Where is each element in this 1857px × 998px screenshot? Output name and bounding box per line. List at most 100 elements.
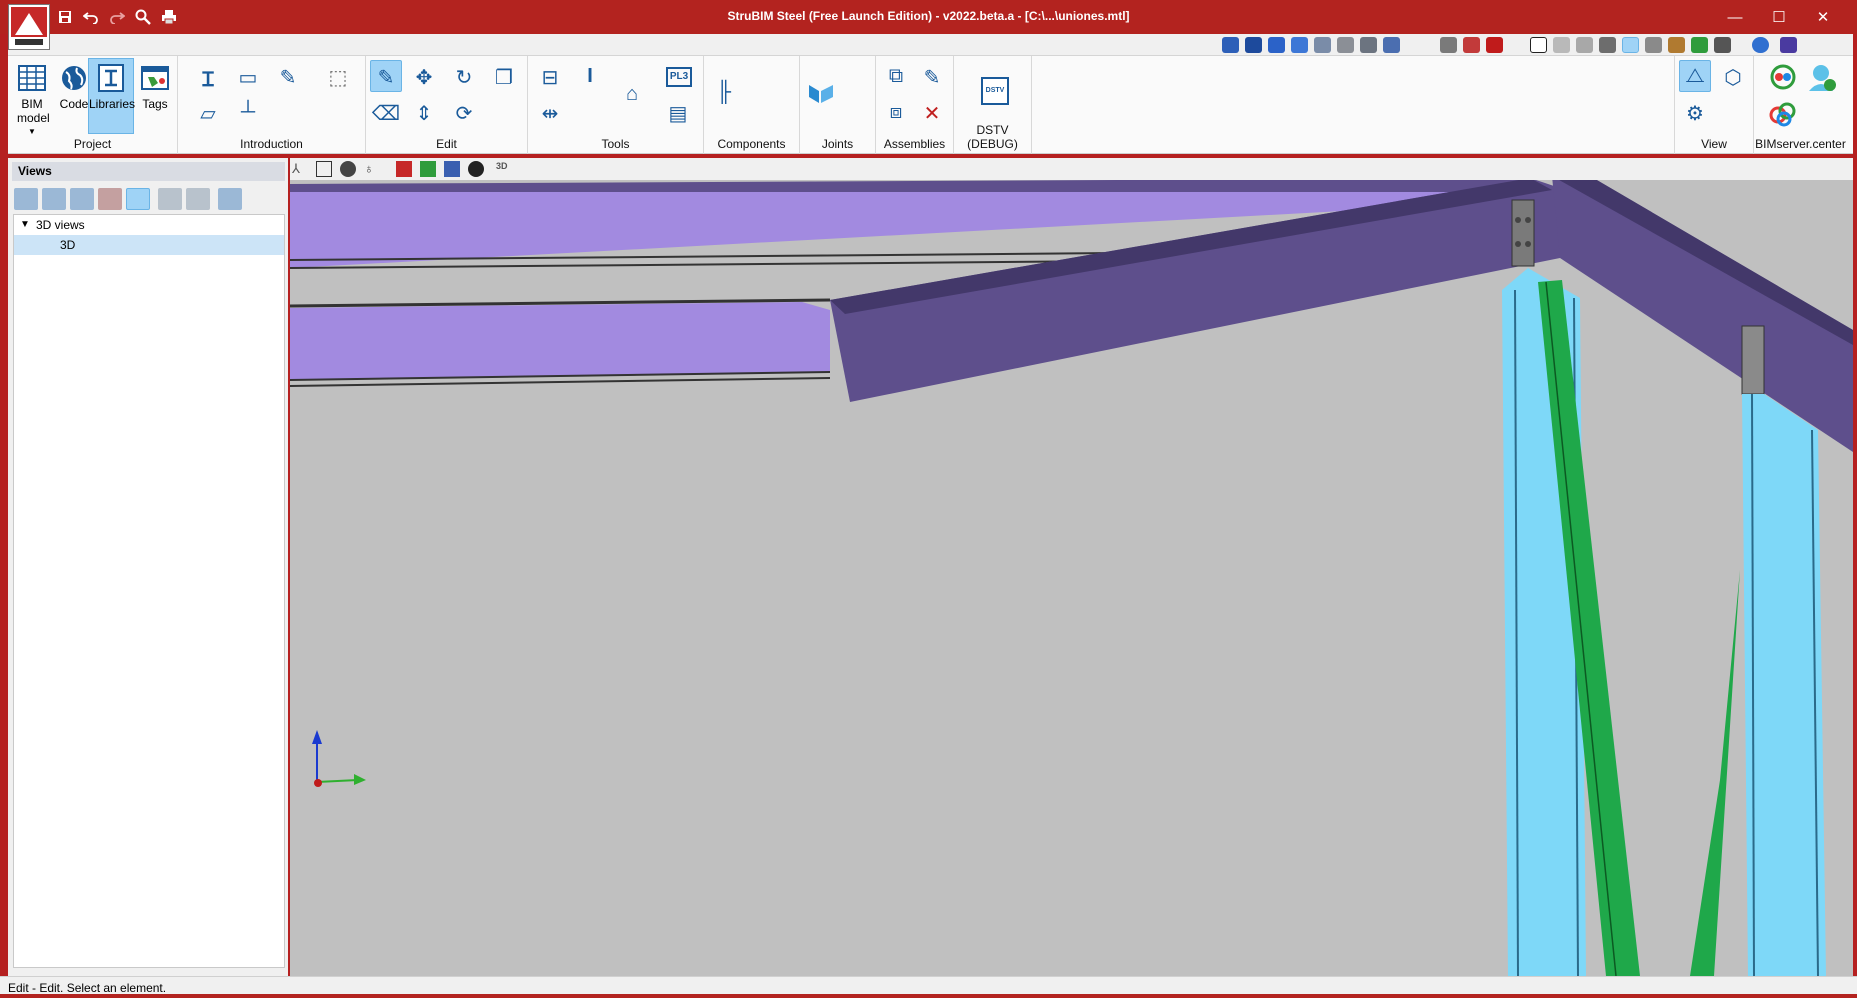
save-icon[interactable] [54, 7, 76, 27]
delete-view-icon[interactable] [98, 188, 122, 210]
joint-delete-icon[interactable] [840, 88, 860, 108]
tags-button[interactable]: Tags [135, 58, 175, 134]
section-profile-icon[interactable]: I [574, 60, 606, 92]
hand-icon[interactable] [1337, 37, 1354, 53]
chevron-down-icon[interactable]: ▼ [20, 215, 30, 235]
capture-icon[interactable] [158, 188, 182, 210]
settings-icon[interactable]: ⚙ [1679, 96, 1711, 128]
maximize-button[interactable]: ☐ [1757, 0, 1801, 34]
assembly-create-icon[interactable]: ⧉ [880, 60, 912, 92]
close-button[interactable]: ✕ [1801, 0, 1845, 34]
red-filter-icon[interactable] [396, 161, 412, 177]
view-3d-icon[interactable]: ⬡ [1717, 60, 1749, 92]
dstv-export-button[interactable]: DSTV [976, 72, 1012, 108]
brace-secondary[interactable] [1690, 570, 1740, 976]
check-view-icon[interactable] [1691, 37, 1708, 53]
component-edit-icon[interactable] [744, 60, 764, 80]
component-delete-icon[interactable] [744, 84, 764, 104]
rotate-icon[interactable]: ↻ [448, 60, 480, 92]
move-view-icon[interactable] [1360, 37, 1377, 53]
print-icon[interactable] [158, 7, 180, 27]
app-logo-icon[interactable] [8, 4, 50, 50]
cube-view-icon[interactable] [218, 188, 242, 210]
end-plate[interactable] [1511, 199, 1535, 267]
orbit-icon[interactable] [1222, 37, 1239, 53]
plate-icon[interactable]: ▱ [192, 96, 224, 128]
select-region-icon[interactable]: ⬚ [322, 60, 354, 92]
edit-pencil-icon[interactable]: ✎ [370, 60, 402, 92]
assembly-delete-icon[interactable]: ✕ [916, 96, 948, 128]
refresh-view-icon[interactable] [1291, 37, 1308, 53]
view-toolbar [8, 34, 1853, 56]
user-account-icon[interactable] [1804, 60, 1836, 92]
magnet-icon[interactable] [1486, 37, 1503, 53]
keyboard-icon[interactable] [1599, 37, 1616, 53]
pl3-button[interactable]: PL3 [662, 60, 694, 92]
cap-plate[interactable] [1741, 325, 1765, 395]
add-view-icon[interactable] [14, 188, 38, 210]
tree-item-3d[interactable]: 3D [14, 235, 284, 255]
assembly-edit-icon[interactable]: ✎ [916, 60, 948, 92]
component-page-icon[interactable] [770, 60, 790, 80]
joints-icon[interactable] [804, 76, 836, 108]
visibility-icon[interactable] [468, 161, 484, 177]
components-icon[interactable]: ╟ [708, 76, 740, 108]
undo-icon[interactable] [80, 7, 102, 27]
plate-view-icon[interactable]: ▤ [662, 96, 694, 128]
info-icon[interactable] [1780, 37, 1797, 53]
view-preview-icon[interactable] [126, 188, 150, 210]
move-icon[interactable]: ✥ [408, 60, 440, 92]
frame-icon[interactable] [1530, 37, 1547, 53]
grid-icon[interactable] [1553, 37, 1570, 53]
view-3d-label[interactable]: 3D [496, 161, 512, 177]
bimserver-sync-icon[interactable] [1766, 60, 1798, 92]
pen-draw-icon[interactable]: ✎ [272, 60, 304, 92]
minimize-button[interactable]: — [1713, 0, 1757, 34]
display-settings-icon[interactable]: ⧍ [1679, 60, 1711, 92]
joint-edit-icon[interactable] [840, 62, 860, 82]
redraw-icon[interactable] [1668, 37, 1685, 53]
capture-edit-icon[interactable] [186, 188, 210, 210]
display-mode-icon[interactable] [1622, 37, 1639, 53]
3d-viewport[interactable] [290, 180, 1853, 976]
tree-group-3d-views[interactable]: ▼ 3D views [14, 215, 284, 235]
layers-icon[interactable] [1440, 37, 1457, 53]
stretch-icon[interactable]: ⇕ [408, 96, 440, 128]
tools-icon[interactable] [1714, 37, 1731, 53]
tag-icon[interactable]: ⌂ [616, 78, 648, 110]
zoom-icon[interactable] [1314, 37, 1331, 53]
wireframe-icon[interactable] [316, 161, 332, 177]
bim-model-button[interactable]: BIM model ▼ [10, 58, 54, 136]
beam-middle[interactable] [290, 302, 830, 380]
align-icon[interactable]: ⊟ [534, 60, 566, 92]
search-icon[interactable] [132, 7, 154, 27]
rotate-element-icon[interactable]: ⟳ [448, 96, 480, 128]
assembly-group-icon[interactable]: ⧈ [880, 96, 912, 128]
render-icon[interactable] [340, 161, 356, 177]
copy-icon[interactable]: ❐ [488, 60, 520, 92]
orbit-mode-icon[interactable]: ♁ [364, 161, 380, 177]
tags-label: Tags [142, 97, 168, 111]
redo-icon[interactable] [106, 7, 128, 27]
grid-snap-icon[interactable] [1463, 37, 1480, 53]
edit-view-icon[interactable] [42, 188, 66, 210]
column-base-icon[interactable]: ┴ [232, 96, 264, 128]
bimserver-share-icon[interactable] [1766, 96, 1798, 128]
dots-grid-icon[interactable] [1576, 37, 1593, 53]
plate-beam-icon[interactable]: ▭ [232, 60, 264, 92]
green-filter-icon[interactable] [420, 161, 436, 177]
component-copy-icon[interactable] [744, 108, 764, 128]
help-icon[interactable] [1752, 37, 1769, 53]
libraries-button[interactable]: Libraries [88, 58, 135, 134]
zoom-window-icon[interactable] [1268, 37, 1285, 53]
copy-view-icon[interactable] [70, 188, 94, 210]
angle-icon[interactable] [1645, 37, 1662, 53]
split-icon[interactable]: ⇹ [534, 96, 566, 128]
erase-icon[interactable]: ⌫ [370, 96, 402, 128]
pan-view-icon[interactable] [1245, 37, 1262, 53]
window-title: StruBIM Steel (Free Launch Edition) - v2… [727, 9, 1130, 23]
axes-icon[interactable]: ⅄ [292, 161, 308, 177]
beam-profile-icon[interactable]: Ɪ [192, 60, 224, 92]
blue-filter-icon[interactable] [444, 161, 460, 177]
window-view-icon[interactable] [1383, 37, 1400, 53]
